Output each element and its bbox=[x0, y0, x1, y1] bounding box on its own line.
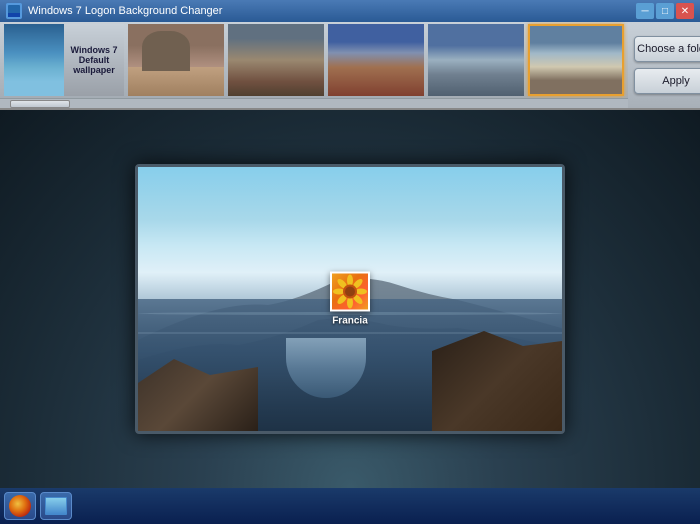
wallpaper-preview: Francia bbox=[138, 167, 562, 431]
user-icon bbox=[330, 272, 370, 312]
toolbar: Windows 7 Default wallpaper bbox=[0, 22, 700, 110]
taskbar-desktop-button[interactable] bbox=[40, 492, 72, 520]
thumbnail-default-label: Windows 7 Default wallpaper bbox=[64, 24, 124, 96]
firefox-icon bbox=[9, 495, 31, 517]
choose-folder-button[interactable]: Choose a folder bbox=[634, 36, 700, 62]
desktop-icon bbox=[45, 497, 67, 515]
window-controls: ─ □ ✕ bbox=[636, 3, 694, 19]
action-panel: Choose a folder Apply bbox=[628, 22, 700, 108]
thumbnail-default[interactable]: Windows 7 Default wallpaper bbox=[4, 24, 124, 96]
main-container: Windows 7 Default wallpaper bbox=[0, 22, 700, 524]
title-bar: Windows 7 Logon Background Changer ─ □ ✕ bbox=[0, 0, 700, 22]
thumbnail-default-image bbox=[4, 24, 64, 96]
taskbar bbox=[0, 488, 700, 524]
thumbnail-5[interactable] bbox=[528, 24, 624, 96]
thumbnail-1[interactable] bbox=[128, 24, 224, 96]
waterfall bbox=[286, 338, 366, 398]
apply-button[interactable]: Apply bbox=[634, 68, 700, 94]
thumbnail-strip: Windows 7 Default wallpaper bbox=[0, 22, 628, 98]
thumbnail-2[interactable] bbox=[228, 24, 324, 96]
taskbar-firefox-button[interactable] bbox=[4, 492, 36, 520]
rock-right bbox=[432, 331, 562, 431]
scroll-thumb[interactable] bbox=[10, 100, 70, 108]
thumbnail-3[interactable] bbox=[328, 24, 424, 96]
user-label: Francia bbox=[332, 316, 368, 327]
preview-area: Francia bbox=[0, 110, 700, 488]
monitor-frame: Francia bbox=[135, 164, 565, 434]
app-icon bbox=[6, 3, 22, 19]
app-title: Windows 7 Logon Background Changer bbox=[28, 5, 630, 17]
thumbnail-4[interactable] bbox=[428, 24, 524, 96]
maximize-button[interactable]: □ bbox=[656, 3, 674, 19]
minimize-button[interactable]: ─ bbox=[636, 3, 654, 19]
close-button[interactable]: ✕ bbox=[676, 3, 694, 19]
user-icon-container: Francia bbox=[330, 272, 370, 327]
thumbnail-scrollbar[interactable] bbox=[0, 98, 628, 108]
